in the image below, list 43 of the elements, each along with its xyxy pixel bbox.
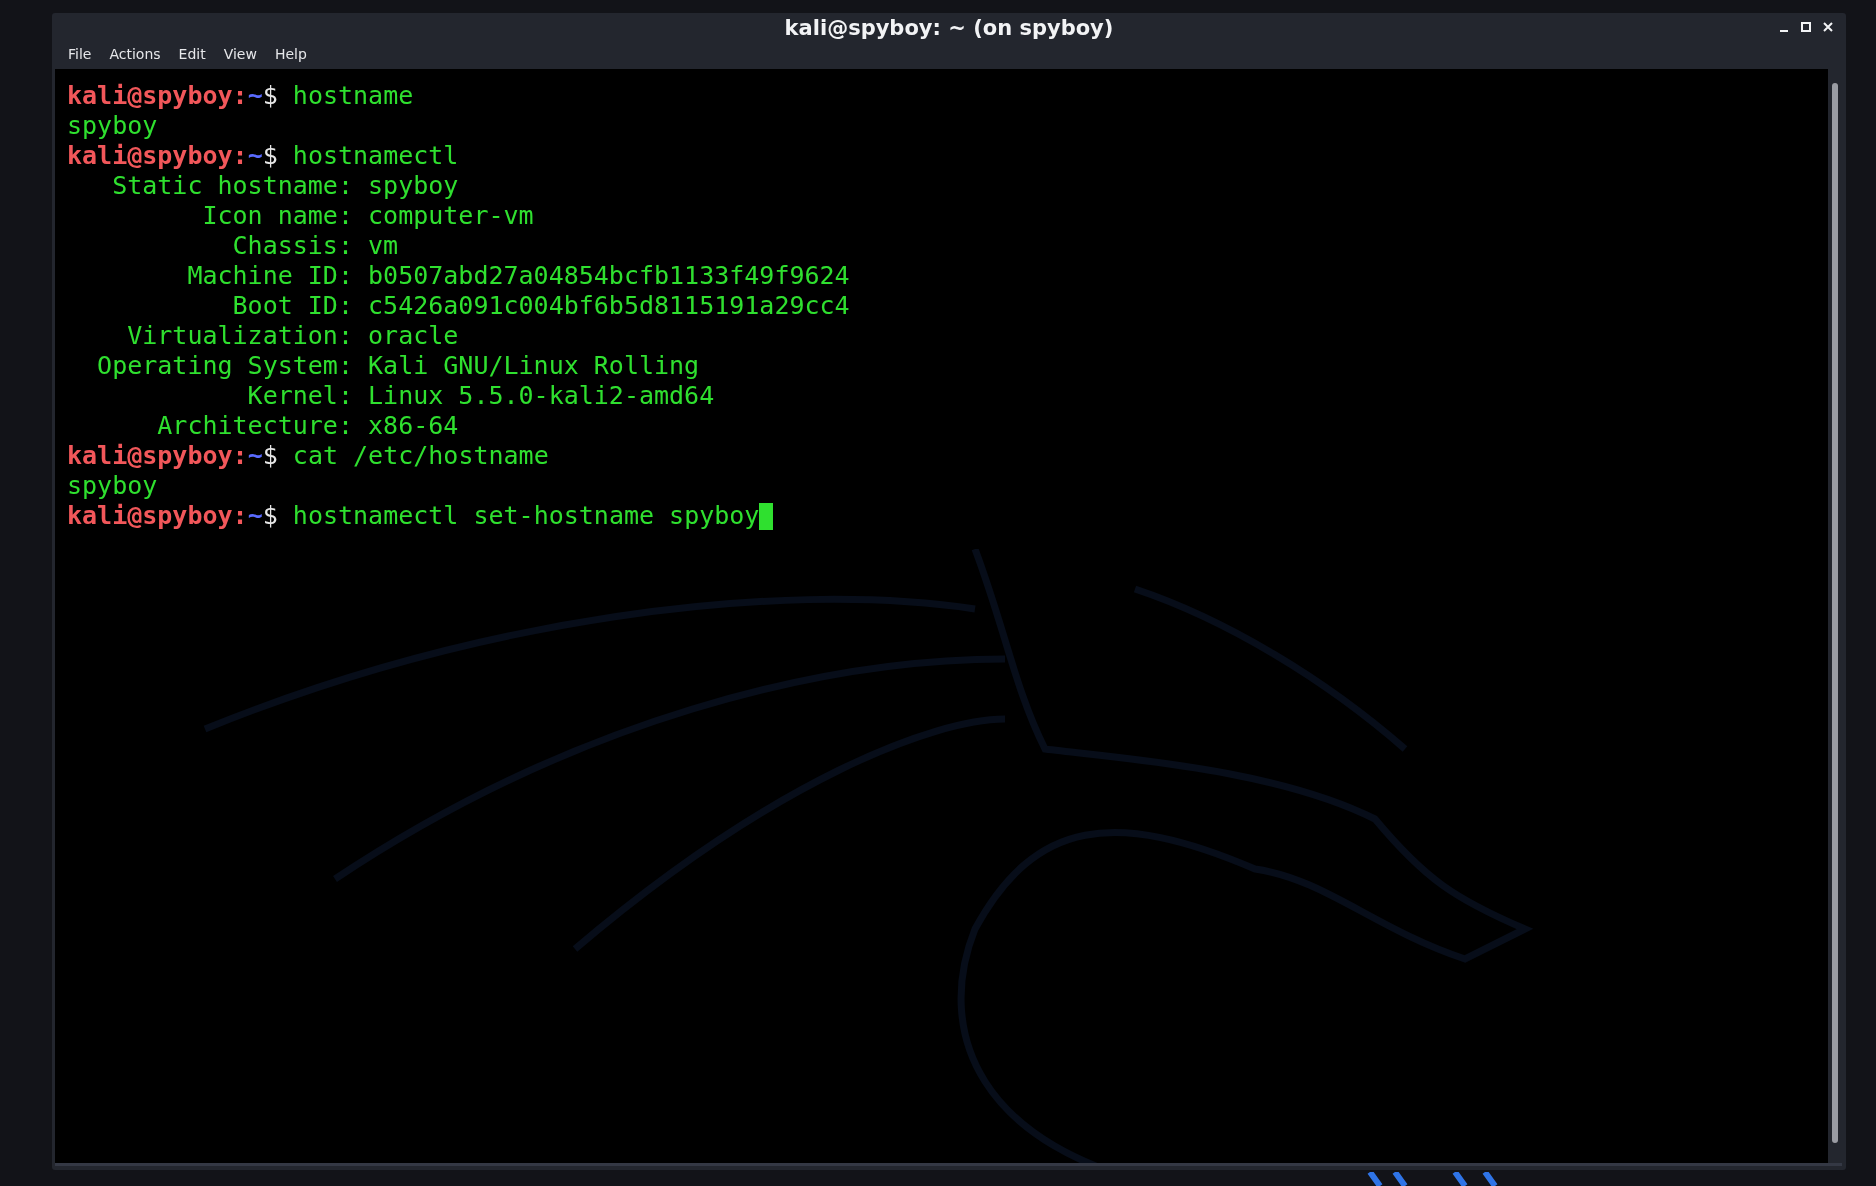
scrollbar-thumb[interactable] xyxy=(1832,83,1838,1143)
output-text: Static hostname: spyboy xyxy=(111,171,459,201)
output-text: Operating System: Kali GNU/Linux Rolling xyxy=(96,351,700,381)
menu-item[interactable]: Help xyxy=(266,44,315,64)
output-text: spyboy xyxy=(67,471,158,501)
menu-item[interactable]: Edit xyxy=(170,44,214,64)
prompt-path: ~ xyxy=(247,141,263,171)
prompt-colon: : xyxy=(232,141,248,171)
window-title: kali@spyboy: ~ (on spyboy) xyxy=(784,16,1114,40)
prompt-symbol: $ xyxy=(262,141,278,171)
prompt-symbol: $ xyxy=(262,81,278,111)
prompt-user-host: kali@spyboy xyxy=(67,441,233,471)
prompt-path: ~ xyxy=(247,501,263,531)
prompt-colon: : xyxy=(232,81,248,111)
minimize-icon xyxy=(1780,30,1788,32)
maximize-button[interactable] xyxy=(1800,21,1812,33)
prompt-colon: : xyxy=(232,441,248,471)
maximize-icon xyxy=(1801,22,1811,32)
output-text: Kernel: Linux 5.5.0-kali2-amd64 xyxy=(246,381,715,411)
command-text: hostname xyxy=(292,81,414,111)
prompt-user-host: kali@spyboy xyxy=(67,141,233,171)
menu-item[interactable]: View xyxy=(215,44,265,64)
command-text: hostnamectl xyxy=(292,141,459,171)
menu-item[interactable]: File xyxy=(60,44,100,64)
output-text: Boot ID: c5426a091c004bf6b5d8115191a29cc4 xyxy=(231,291,850,321)
prompt-user-host: kali@spyboy xyxy=(67,501,233,531)
command-text: hostnamectl set-hostname spyboy xyxy=(292,501,760,531)
output-text: Chassis: vm xyxy=(231,231,399,261)
prompt-path: ~ xyxy=(247,441,263,471)
command-text: cat /etc/hostname xyxy=(292,441,549,471)
prompt-symbol: $ xyxy=(262,441,278,471)
output-text: Virtualization: oracle xyxy=(126,321,459,351)
close-button[interactable] xyxy=(1822,21,1834,33)
prompt-user-host: kali@spyboy xyxy=(67,81,233,111)
output-text: Architecture: x86-64 xyxy=(156,411,459,441)
prompt-symbol: $ xyxy=(262,501,278,531)
prompt-colon: : xyxy=(232,501,248,531)
close-icon xyxy=(1823,22,1833,32)
menu-item[interactable]: Actions xyxy=(101,44,169,64)
output-text: Machine ID: b0507abd27a04854bcfb1133f49f9624 xyxy=(186,261,850,291)
output-text: spyboy xyxy=(67,111,158,141)
output-text: Icon name: computer-vm xyxy=(201,201,534,231)
prompt-path: ~ xyxy=(247,81,263,111)
